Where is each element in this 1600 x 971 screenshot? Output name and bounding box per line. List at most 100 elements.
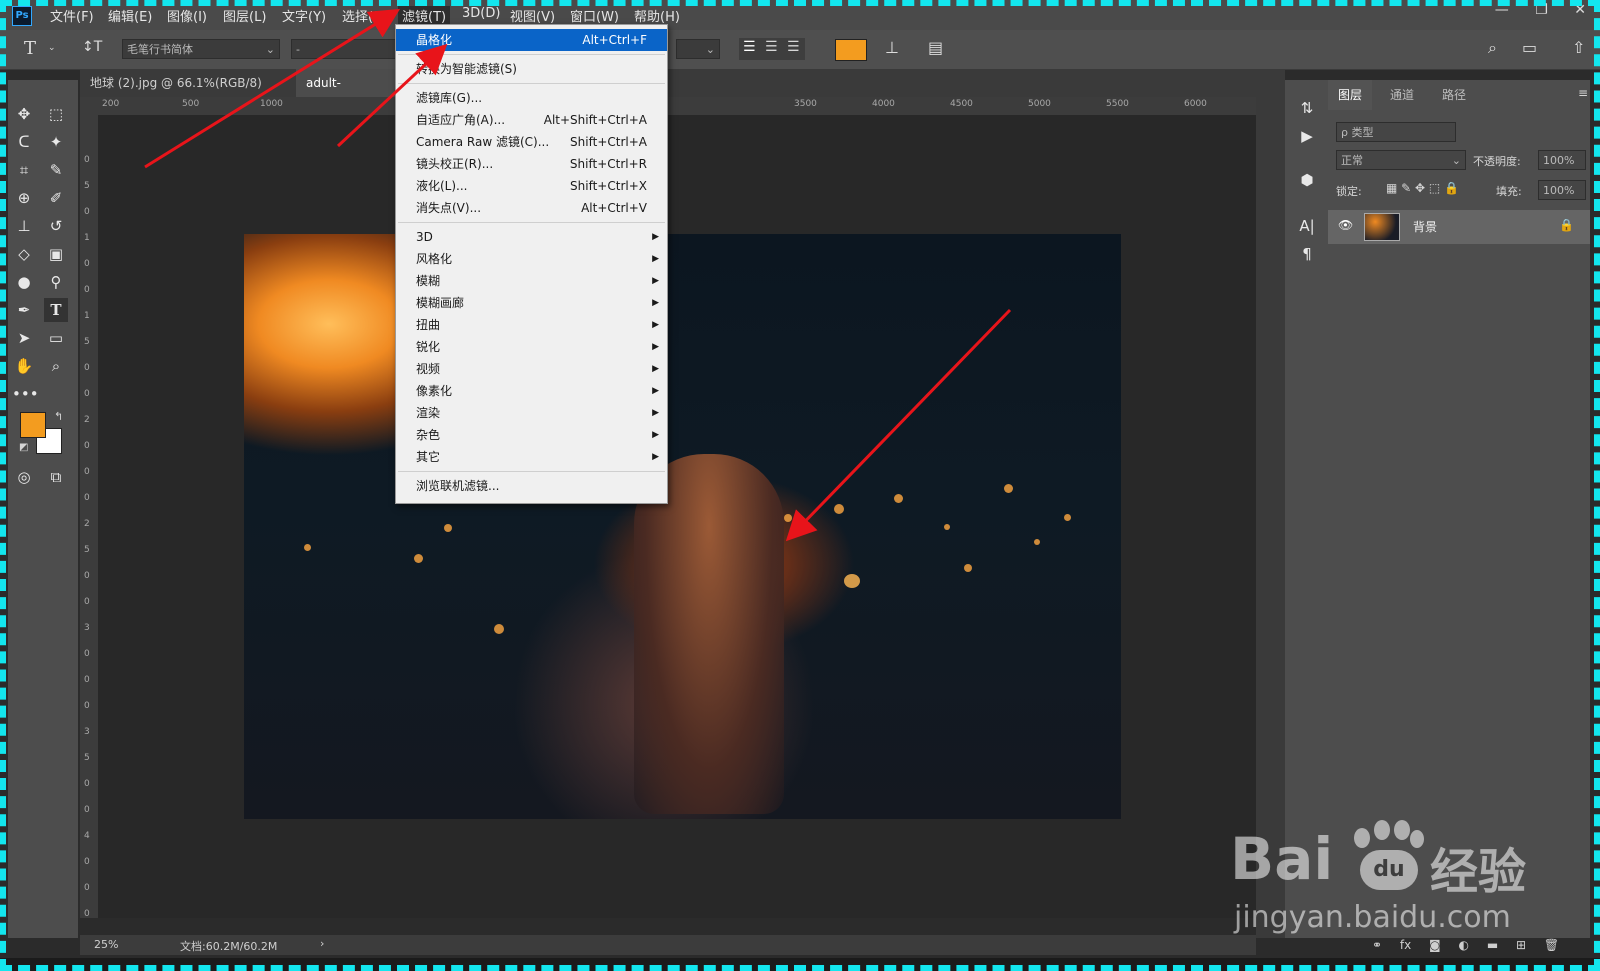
- screen-mode-icon[interactable]: ⧉: [44, 465, 68, 489]
- search-icon[interactable]: ⌕: [1488, 38, 1497, 58]
- filter-menu-item[interactable]: 风格化 ▶: [396, 248, 667, 270]
- workspace-icon[interactable]: ▭: [1522, 38, 1537, 57]
- align-center-icon[interactable]: ☰: [765, 39, 778, 55]
- menu-view[interactable]: 视图(V): [510, 6, 555, 25]
- tab-adult-attractive[interactable]: adult-attractive: [296, 69, 406, 118]
- tab-layers[interactable]: 图层: [1328, 80, 1373, 110]
- visibility-eye-icon[interactable]: 👁: [1338, 218, 1353, 232]
- text-orientation-icon[interactable]: ↕T: [82, 39, 102, 55]
- tab-paths[interactable]: 路径: [1432, 80, 1476, 110]
- filter-menu-item[interactable]: 扭曲 ▶: [396, 314, 667, 336]
- filter-menu-item[interactable]: 模糊画廊 ▶: [396, 292, 667, 314]
- filter-menu-item[interactable]: 模糊 ▶: [396, 270, 667, 292]
- menu-edit[interactable]: 编辑(E): [108, 6, 152, 25]
- path-selection-icon[interactable]: ➤: [12, 326, 36, 350]
- text-color-swatch[interactable]: [835, 39, 867, 61]
- filter-menu-item[interactable]: 晶格化 Alt+Ctrl+F: [396, 29, 667, 51]
- minimize-icon[interactable]: —: [1495, 2, 1509, 18]
- filter-menu-item[interactable]: 自适应广角(A)... Alt+Shift+Ctrl+A: [396, 109, 667, 131]
- character-icon[interactable]: A|: [1295, 214, 1319, 238]
- tab-earth[interactable]: 地球 (2).jpg @ 66.1%(RGB/8) *×: [80, 69, 296, 118]
- chevron-down-icon[interactable]: ⌄: [48, 43, 56, 53]
- move-tool-icon[interactable]: ✥: [12, 102, 36, 126]
- brush-tool-icon[interactable]: ✐: [44, 186, 68, 210]
- more-tools-icon[interactable]: •••: [12, 382, 39, 406]
- filter-menu-item[interactable]: 镜头校正(R)... Shift+Ctrl+R: [396, 153, 667, 175]
- menu-image[interactable]: 图像(I): [167, 6, 207, 25]
- layer-name[interactable]: 背景: [1413, 218, 1437, 235]
- actions-play-icon[interactable]: ▶: [1295, 124, 1319, 148]
- status-arrow-icon[interactable]: ›: [320, 937, 324, 950]
- text-tool-icon[interactable]: T: [24, 38, 36, 59]
- mask-icon[interactable]: ◙: [1429, 938, 1441, 952]
- menu-layer[interactable]: 图层(L): [223, 6, 266, 25]
- quick-mask-icon[interactable]: ◎: [12, 465, 36, 489]
- blend-mode-select[interactable]: 正常 ⌄: [1336, 150, 1466, 170]
- new-layer-icon[interactable]: ⊞: [1516, 938, 1526, 952]
- stamp-tool-icon[interactable]: ⊥: [12, 214, 36, 238]
- restore-icon[interactable]: ❐: [1535, 2, 1548, 18]
- font-family-select[interactable]: 毛笔行书简体 ⌄: [122, 39, 280, 59]
- hand-tool-icon[interactable]: ✋: [12, 354, 36, 378]
- share-icon[interactable]: ⇧: [1572, 38, 1585, 57]
- lasso-tool-icon[interactable]: ᑕ: [12, 130, 36, 154]
- panel-menu-icon[interactable]: ≡: [1578, 86, 1588, 100]
- document-image[interactable]: [244, 234, 1121, 819]
- filter-menu-item[interactable]: 转换为智能滤镜(S): [396, 58, 667, 80]
- history-brush-icon[interactable]: ↺: [44, 214, 68, 238]
- history-panel-icon[interactable]: ⇅: [1295, 96, 1319, 120]
- dodge-tool-icon[interactable]: ⚲: [44, 270, 68, 294]
- tab-channels[interactable]: 通道: [1380, 80, 1424, 110]
- filter-menu-item[interactable]: 消失点(V)... Alt+Ctrl+V: [396, 197, 667, 219]
- gradient-tool-icon[interactable]: ▣: [44, 242, 68, 266]
- opacity-input[interactable]: 100%: [1538, 150, 1586, 170]
- align-right-icon[interactable]: ☰: [787, 39, 800, 55]
- filter-menu-item[interactable]: 其它 ▶: [396, 446, 667, 468]
- trash-icon[interactable]: 🗑: [1544, 938, 1559, 952]
- paragraph-icon[interactable]: ¶: [1295, 242, 1319, 266]
- link-layers-icon[interactable]: ⚭: [1372, 938, 1382, 952]
- antialias-select[interactable]: ⌄: [676, 39, 720, 59]
- zoom-level[interactable]: 25%: [94, 938, 118, 951]
- healing-brush-icon[interactable]: ⊕: [12, 186, 36, 210]
- filter-menu-item[interactable]: 杂色 ▶: [396, 424, 667, 446]
- menu-type[interactable]: 文字(Y): [282, 6, 326, 25]
- foreground-color-swatch[interactable]: [20, 412, 46, 438]
- fx-icon[interactable]: fx: [1400, 938, 1411, 952]
- layer-filter-select[interactable]: ρ 类型: [1336, 122, 1456, 142]
- warp-text-icon[interactable]: ⊥: [885, 38, 899, 57]
- menu-filter[interactable]: 滤镜(T): [398, 6, 451, 25]
- filter-menu-item[interactable]: 视频 ▶: [396, 358, 667, 380]
- filter-menu-item[interactable]: 像素化 ▶: [396, 380, 667, 402]
- fill-input[interactable]: 100%: [1538, 180, 1586, 200]
- layer-row[interactable]: 👁 背景 🔒: [1328, 210, 1590, 244]
- marquee-tool-icon[interactable]: ⬚: [44, 102, 68, 126]
- character-panel-icon[interactable]: ▤: [928, 38, 943, 57]
- magic-wand-icon[interactable]: ✦: [44, 130, 68, 154]
- filter-menu-item[interactable]: 液化(L)... Shift+Ctrl+X: [396, 175, 667, 197]
- filter-menu-item[interactable]: Camera Raw 滤镜(C)... Shift+Ctrl+A: [396, 131, 667, 153]
- rectangle-tool-icon[interactable]: ▭: [44, 326, 68, 350]
- filter-menu-item[interactable]: 滤镜库(G)...: [396, 87, 667, 109]
- zoom-tool-icon[interactable]: ⌕: [44, 354, 68, 378]
- crop-tool-icon[interactable]: ⌗: [12, 158, 36, 182]
- filter-menu-item[interactable]: 浏览联机滤镜...: [396, 475, 667, 497]
- 3d-panel-icon[interactable]: ⬢: [1295, 168, 1319, 192]
- pen-tool-icon[interactable]: ✒: [12, 298, 36, 322]
- lock-icon[interactable]: ▦ ✎ ✥ ⬚ 🔒: [1386, 181, 1459, 195]
- swap-colors-icon[interactable]: ↰: [54, 410, 63, 423]
- font-style-select[interactable]: -: [291, 39, 397, 59]
- menu-window[interactable]: 窗口(W): [570, 6, 619, 25]
- menu-3d[interactable]: 3D(D): [462, 6, 500, 21]
- eraser-tool-icon[interactable]: ◇: [12, 242, 36, 266]
- group-icon[interactable]: ▬: [1487, 938, 1498, 952]
- adjustment-icon[interactable]: ◐: [1459, 938, 1469, 952]
- close-icon[interactable]: ✕: [1574, 2, 1586, 18]
- menu-help[interactable]: 帮助(H): [634, 6, 680, 25]
- blur-tool-icon[interactable]: ●: [12, 270, 36, 294]
- default-colors-icon[interactable]: ◩: [19, 442, 28, 453]
- menu-select[interactable]: 选择(S): [342, 6, 386, 25]
- filter-menu-item[interactable]: 3D ▶: [396, 226, 667, 248]
- filter-menu-item[interactable]: 渲染 ▶: [396, 402, 667, 424]
- filter-menu-item[interactable]: 锐化 ▶: [396, 336, 667, 358]
